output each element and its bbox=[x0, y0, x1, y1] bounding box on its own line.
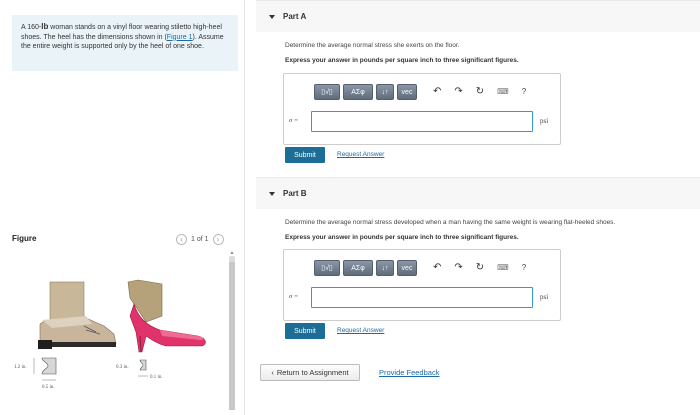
sigma-label: σ = bbox=[289, 293, 299, 300]
dim-label-1: 1.2 in. bbox=[14, 365, 27, 370]
symbols-button[interactable]: ΑΣφ bbox=[343, 84, 373, 100]
undo-icon[interactable]: ↶ bbox=[433, 87, 441, 97]
dim-label-4: 0.1 in. bbox=[150, 375, 163, 380]
redo-icon[interactable]: ↷ bbox=[454, 263, 462, 273]
provide-feedback-link[interactable]: Provide Feedback bbox=[379, 368, 439, 377]
return-label: Return to Assignment bbox=[276, 368, 349, 377]
heel-dimension-diagram-1: 1.2 in. 0.5 in. bbox=[14, 357, 57, 390]
part-a-question: Determine the average normal stress she … bbox=[285, 42, 460, 49]
collapse-caret-icon[interactable] bbox=[269, 191, 275, 196]
figure-title: Figure bbox=[12, 234, 37, 243]
part-a-answer-panel: ▯√▯ ΑΣφ ↓↑ vec ↶ ↷ ↻ ⌨ ? σ = psi bbox=[283, 73, 561, 145]
part-a-request-answer-link[interactable]: Request Answer bbox=[337, 151, 384, 158]
part-a-unit: psi bbox=[540, 117, 549, 125]
figure-page-count: 1 of 1 bbox=[191, 236, 209, 243]
scrollbar-thumb[interactable] bbox=[229, 262, 235, 410]
chevron-left-icon: ‹ bbox=[271, 368, 274, 377]
arrows-button[interactable]: ↓↑ bbox=[376, 84, 394, 100]
column-divider bbox=[244, 0, 245, 415]
vector-button[interactable]: vec bbox=[397, 260, 417, 276]
heel-dimension-diagram-2: 0.3 in. 0.1 in. bbox=[116, 359, 163, 380]
part-b-request-answer-link[interactable]: Request Answer bbox=[337, 327, 384, 334]
dim-label-3: 0.3 in. bbox=[116, 365, 129, 370]
help-icon[interactable]: ? bbox=[522, 264, 526, 272]
part-b-submit-button[interactable]: Submit bbox=[285, 323, 325, 339]
undo-icon[interactable]: ↶ bbox=[433, 263, 441, 273]
part-a-header[interactable]: Part A bbox=[256, 0, 700, 32]
part-b-answer-panel: ▯√▯ ΑΣφ ↓↑ vec ↶ ↷ ↻ ⌨ ? σ = psi bbox=[283, 249, 561, 321]
part-b-answer-input[interactable] bbox=[311, 287, 533, 308]
flat-shoe-drawing bbox=[38, 281, 117, 349]
figure-scrollbar[interactable] bbox=[229, 256, 235, 410]
vector-button[interactable]: vec bbox=[397, 84, 417, 100]
symbols-button[interactable]: ΑΣφ bbox=[343, 260, 373, 276]
part-a-instruction: Express your answer in pounds per square… bbox=[285, 57, 519, 64]
part-a-answer-input[interactable] bbox=[311, 111, 533, 132]
reset-icon[interactable]: ↻ bbox=[476, 263, 484, 273]
collapse-caret-icon[interactable] bbox=[269, 14, 275, 19]
part-b-header[interactable]: Part B bbox=[256, 177, 700, 209]
figure-image: 1.2 in. 0.5 in. 0.3 in. 0.1 in. bbox=[12, 252, 228, 412]
templates-button[interactable]: ▯√▯ bbox=[314, 84, 340, 100]
prev-figure-button[interactable]: ‹ bbox=[176, 234, 187, 245]
part-b-unit: psi bbox=[540, 293, 549, 301]
math-toolbar: ▯√▯ ΑΣφ ↓↑ vec ↶ ↷ ↻ ⌨ ? bbox=[314, 84, 526, 100]
keyboard-icon[interactable]: ⌨ bbox=[497, 264, 509, 272]
problem-statement: A 160-lb woman stands on a vinyl floor w… bbox=[12, 15, 238, 71]
part-b-question: Determine the average normal stress deve… bbox=[285, 219, 616, 226]
math-toolbar: ▯√▯ ΑΣφ ↓↑ vec ↶ ↷ ↻ ⌨ ? bbox=[314, 260, 526, 276]
keyboard-icon[interactable]: ⌨ bbox=[497, 88, 509, 96]
part-a-title: Part A bbox=[283, 12, 307, 21]
help-icon[interactable]: ? bbox=[522, 88, 526, 96]
figure-pager: ‹ 1 of 1 › bbox=[176, 234, 224, 245]
reset-icon[interactable]: ↻ bbox=[476, 87, 484, 97]
problem-text-1: A 160- bbox=[21, 24, 42, 31]
stiletto-shoe-drawing bbox=[127, 279, 206, 353]
sigma-label: σ = bbox=[289, 117, 299, 124]
redo-icon[interactable]: ↷ bbox=[454, 87, 462, 97]
part-b-instruction: Express your answer in pounds per square… bbox=[285, 234, 519, 241]
part-a-submit-button[interactable]: Submit bbox=[285, 147, 325, 163]
part-b-title: Part B bbox=[283, 189, 307, 198]
shoes-illustration: 1.2 in. 0.5 in. 0.3 in. 0.1 in. bbox=[14, 279, 206, 390]
arrows-button[interactable]: ↓↑ bbox=[376, 260, 394, 276]
dim-label-2: 0.5 in. bbox=[42, 385, 55, 390]
next-figure-button[interactable]: › bbox=[212, 234, 224, 245]
figure-link[interactable]: Figure 1 bbox=[167, 34, 193, 41]
templates-button[interactable]: ▯√▯ bbox=[314, 260, 340, 276]
return-to-assignment-button[interactable]: ‹ Return to Assignment bbox=[260, 364, 360, 381]
